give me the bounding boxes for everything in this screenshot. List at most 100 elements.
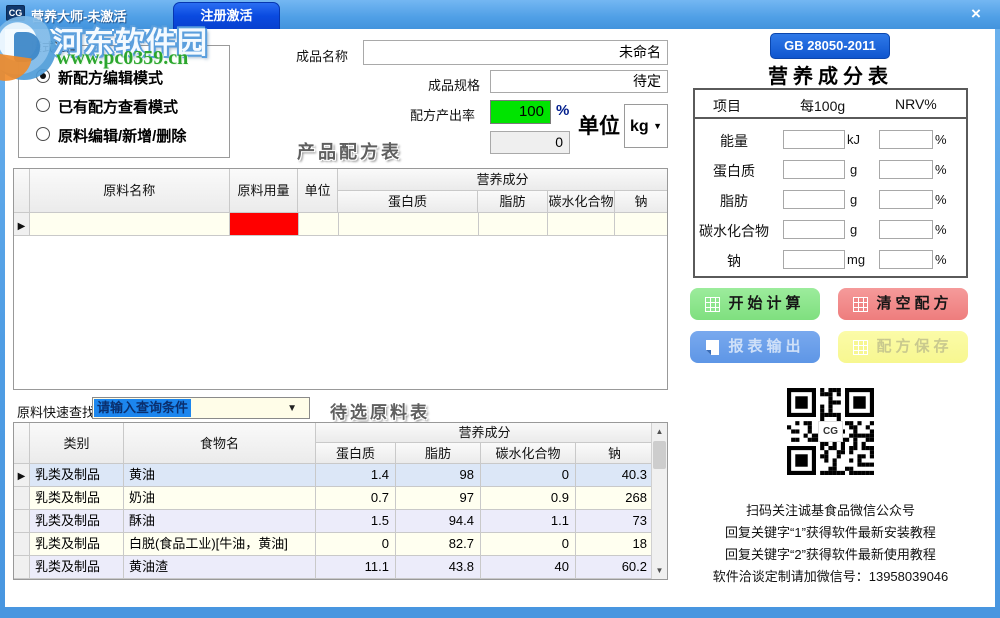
- protein-cell: [339, 213, 479, 236]
- row-pointer-icon: ▶: [18, 221, 26, 232]
- fat-cell: 43.8: [396, 556, 481, 579]
- sodium-cell: 18: [576, 533, 653, 556]
- carb-per100g-input[interactable]: [783, 220, 845, 239]
- radio-label: 已有配方查看模式: [58, 96, 178, 117]
- formula-table-caption: 产品配方表: [297, 138, 402, 164]
- radio-icon: [36, 127, 50, 141]
- col-header-sodium: 钠: [615, 191, 667, 213]
- wechat-info-line: 回复关键字“1”获得软件最新安装教程: [693, 522, 968, 541]
- sodium-cell: 40.3: [576, 464, 653, 487]
- table-row[interactable]: 乳类及制品 奶油 0.7 97 0.9 268: [14, 487, 667, 510]
- protein-cell: 0.7: [316, 487, 396, 510]
- nutrient-name: 脂肪: [695, 191, 773, 211]
- watermark-site-url: www.pc0359.cn: [56, 47, 188, 70]
- col-header-ingredient: 原料名称: [30, 169, 230, 213]
- category-cell: 乳类及制品: [30, 533, 124, 556]
- ingredient-search-input[interactable]: 请输入查询条件 ▼: [92, 397, 310, 419]
- yield-percent-sign: %: [556, 102, 569, 119]
- protein-cell: 11.1: [316, 556, 396, 579]
- scroll-up-button[interactable]: ▲: [652, 423, 667, 440]
- col-header-carb: 碳水化合物: [481, 443, 576, 464]
- radio-edit-ingredient-mode[interactable]: 原料编辑/新增/删除: [36, 124, 216, 146]
- button-label: 清空配方: [876, 288, 952, 320]
- unit-value: kg: [630, 118, 649, 135]
- wechat-info-line: 软件洽谈定制请加微信号：13958039046: [693, 566, 968, 585]
- nutrient-name: 碳水化合物: [695, 221, 773, 241]
- nutrient-name: 能量: [695, 131, 773, 151]
- fat-nrv-input[interactable]: [879, 190, 933, 209]
- radio-label: 原料编辑/新增/删除: [58, 125, 186, 146]
- chevron-down-icon: ▼: [287, 403, 297, 414]
- yield-rate-input[interactable]: 100: [490, 100, 551, 124]
- carb-nrv-input[interactable]: [879, 220, 933, 239]
- scrollbar[interactable]: ▲ ▼: [651, 423, 667, 579]
- grid-icon: [853, 297, 868, 312]
- unit-cell: [299, 213, 339, 236]
- col-header-nutrition: 营养成分: [316, 423, 653, 443]
- table-row[interactable]: 乳类及制品 酥油 1.5 94.4 1.1 73: [14, 510, 667, 533]
- qr-center-logo: CG: [818, 421, 843, 442]
- col-header-amount: 原料用量: [230, 169, 299, 213]
- col-header-category: 类别: [30, 423, 124, 464]
- food-cell: 黄油: [124, 464, 316, 487]
- save-formula-button[interactable]: 配方保存: [838, 331, 968, 363]
- col-header-food: 食物名: [124, 423, 316, 464]
- percent-sign: %: [935, 132, 947, 147]
- unit-select[interactable]: kg ▼: [624, 104, 668, 148]
- app-window: CG 营养大师-未激活 注册激活 × 模式选择 新配方编辑模式 已有配方查看模式…: [0, 0, 1000, 618]
- ingredient-search-label: 原料快速查找: [17, 402, 95, 421]
- fat-per100g-input[interactable]: [783, 190, 845, 209]
- nutrition-label-panel: 项目 每100g NRV% 能量 kJ % 蛋白质 g % 脂肪 g % 碳水化…: [693, 88, 968, 278]
- col-header-nrv: NRV%: [895, 96, 937, 112]
- start-calculate-button[interactable]: 开始计算: [690, 288, 820, 320]
- protein-per100g-input[interactable]: [783, 160, 845, 179]
- col-header-nutrition: 营养成分: [338, 169, 667, 191]
- carb-cell: 0.9: [481, 487, 576, 510]
- ingredient-table: 类别 食物名 营养成分 蛋白质 脂肪 碳水化合物 钠 ▶ 乳类及制品 黄油 1.…: [13, 422, 668, 580]
- nutrient-unit: g: [850, 162, 857, 177]
- product-name-input[interactable]: 未命名: [363, 40, 668, 65]
- button-label: 开始计算: [728, 288, 804, 320]
- protein-cell: 0: [316, 533, 396, 556]
- food-cell: 黄油渣: [124, 556, 316, 579]
- radio-view-formula-mode[interactable]: 已有配方查看模式: [36, 95, 216, 117]
- col-header-carb: 碳水化合物: [548, 191, 615, 213]
- clear-formula-button[interactable]: 清空配方: [838, 288, 968, 320]
- row-selector: ▶: [14, 464, 30, 487]
- row-selector: [14, 510, 30, 533]
- nutrient-name: 蛋白质: [695, 161, 773, 181]
- grid-icon: [705, 297, 720, 312]
- energy-nrv-input[interactable]: [879, 130, 933, 149]
- percent-sign: %: [935, 222, 947, 237]
- row-selector: [14, 533, 30, 556]
- fat-cell: [479, 213, 549, 236]
- formula-table-row[interactable]: ▶: [14, 213, 667, 236]
- gb-standard-button[interactable]: GB 28050-2011: [770, 33, 890, 59]
- search-query-text: 请输入查询条件: [94, 399, 191, 417]
- sodium-nrv-input[interactable]: [879, 250, 933, 269]
- unit-label: 单位: [578, 110, 620, 140]
- table-row[interactable]: 乳类及制品 白脱(食品工业)[牛油，黄油] 0 82.7 0 18: [14, 533, 667, 556]
- close-icon[interactable]: ×: [960, 3, 992, 25]
- product-spec-input[interactable]: 待定: [490, 70, 668, 93]
- chevron-down-icon: ▼: [653, 121, 662, 131]
- col-header-protein: 蛋白质: [338, 191, 478, 213]
- button-label: 报表输出: [728, 331, 804, 363]
- weight-input[interactable]: 0: [490, 131, 570, 154]
- scrollbar-thumb[interactable]: [653, 441, 666, 469]
- col-header-unit: 单位: [298, 169, 338, 213]
- energy-per100g-input[interactable]: [783, 130, 845, 149]
- col-header-fat: 脂肪: [396, 443, 481, 464]
- report-output-button[interactable]: 报表输出: [690, 331, 820, 363]
- sodium-per100g-input[interactable]: [783, 250, 845, 269]
- corner-cell: [14, 423, 30, 464]
- button-label: 配方保存: [876, 331, 952, 363]
- table-row[interactable]: ▶ 乳类及制品 黄油 1.4 98 0 40.3: [14, 464, 667, 487]
- table-row[interactable]: 乳类及制品 黄油渣 11.1 43.8 40 60.2: [14, 556, 667, 579]
- carb-cell: 0: [481, 464, 576, 487]
- scroll-down-button[interactable]: ▼: [652, 562, 667, 579]
- radio-icon: [36, 98, 50, 112]
- percent-sign: %: [935, 162, 947, 177]
- radio-label: 新配方编辑模式: [58, 67, 163, 88]
- protein-nrv-input[interactable]: [879, 160, 933, 179]
